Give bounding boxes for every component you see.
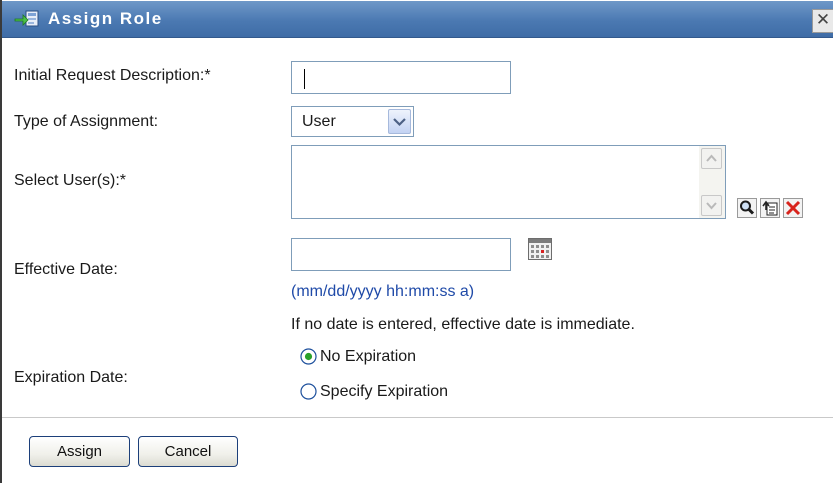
search-icon[interactable] [737,198,757,218]
assign-role-icon [14,9,40,29]
select-users-label: Select User(s):* [14,172,127,189]
dialog-titlebar[interactable]: Assign Role [2,1,833,38]
no-expiration-radio[interactable] [300,348,317,365]
specify-expiration-label[interactable]: Specify Expiration [320,383,448,401]
scroll-up-icon[interactable] [701,148,722,169]
description-label: Initial Request Description:* [14,67,211,84]
calendar-icon[interactable] [528,238,552,260]
window-edge [0,0,2,483]
no-expiration-label[interactable]: No Expiration [320,348,416,366]
users-list-scrollbar[interactable] [699,146,725,218]
assign-role-dialog: Assign Role ✕ Initial Request Descriptio… [0,0,833,483]
description-input[interactable] [291,61,511,94]
assignment-type-value: User [302,113,336,130]
cancel-button[interactable]: Cancel [138,436,238,467]
chevron-down-icon[interactable] [388,109,411,134]
text-caret [304,69,305,89]
selected-users-list[interactable] [291,145,726,219]
assign-button[interactable]: Assign [29,436,130,467]
dialog-title: Assign Role [48,9,163,28]
footer-divider [2,417,833,418]
effective-date-input[interactable] [291,238,511,271]
assignment-type-select[interactable]: User [291,106,414,137]
clear-icon[interactable] [783,198,803,218]
scroll-down-icon[interactable] [701,195,722,216]
effective-date-note: If no date is entered, effective date is… [291,316,635,333]
close-icon: ✕ [815,10,831,30]
history-list-icon[interactable] [760,198,780,218]
specify-expiration-radio[interactable] [300,383,317,400]
date-format-hint: (mm/dd/yyyy hh:mm:ss a) [291,283,475,300]
effective-date-label: Effective Date: [14,261,118,278]
assignment-type-label: Type of Assignment: [14,113,159,130]
expiration-date-label: Expiration Date: [14,369,128,386]
close-button[interactable]: ✕ [812,9,833,33]
